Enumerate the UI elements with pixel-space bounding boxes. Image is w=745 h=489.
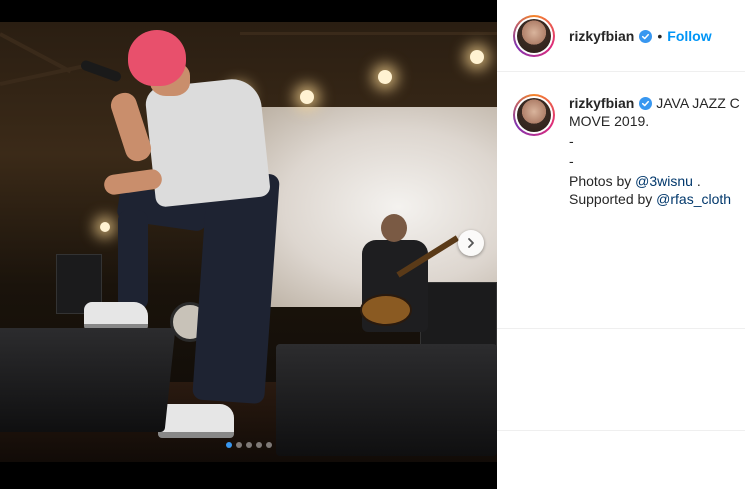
verified-badge-icon	[639, 29, 653, 43]
post-side-panel: rizkyfbian • Follow rizkyfbian JAVA JAZZ…	[497, 0, 745, 489]
sneaker	[84, 302, 148, 330]
singer-leg	[192, 169, 280, 405]
guitarist-head	[381, 214, 407, 242]
stage-monitor-speaker	[276, 344, 497, 456]
stage-truss	[240, 32, 497, 35]
header-username[interactable]: rizkyfbian	[569, 28, 653, 44]
stage-light	[100, 222, 110, 232]
mention-link[interactable]: @rfas_cloth	[656, 191, 731, 207]
singer-leg	[118, 210, 148, 310]
verified-badge-icon	[639, 97, 653, 110]
sneaker	[158, 404, 234, 438]
stage-monitor-speaker	[0, 328, 176, 432]
divider	[497, 328, 745, 329]
caption-line: -	[569, 153, 574, 169]
mention-link[interactable]: @3wisnu	[635, 173, 693, 189]
stage-light	[300, 90, 314, 104]
singer-hair	[128, 30, 186, 86]
carousel-next-button[interactable]	[458, 230, 484, 256]
guitar	[360, 294, 412, 326]
header-separator: •	[657, 27, 663, 44]
carousel-dot	[265, 442, 272, 448]
stage-light	[378, 70, 392, 84]
avatar[interactable]	[513, 14, 555, 57]
follow-button[interactable]: Follow	[667, 28, 711, 44]
carousel-dots	[0, 442, 497, 448]
credits-photos-label: Photos by	[569, 173, 636, 189]
caption-line: -	[569, 133, 574, 149]
carousel-dot	[255, 442, 262, 448]
caption-username[interactable]: rizkyfbian	[569, 95, 634, 111]
stage-light	[470, 50, 484, 64]
amplifier	[420, 282, 497, 352]
avatar[interactable]	[513, 94, 555, 136]
carousel-dot	[245, 442, 252, 448]
caption-line: JAVA JAZZ C	[656, 95, 740, 111]
caption-comment: rizkyfbian JAVA JAZZ C MOVE 2019. - - Ph…	[513, 94, 745, 208]
post-header: rizkyfbian • Follow	[497, 0, 745, 72]
credits-supported-label: Supported by	[569, 191, 657, 207]
carousel-dot	[235, 442, 242, 448]
caption-text: rizkyfbian JAVA JAZZ C MOVE 2019. - - Ph…	[569, 94, 745, 208]
caption-line: MOVE 2019.	[569, 113, 650, 129]
chevron-right-icon	[468, 238, 474, 248]
singer-shirt	[144, 76, 271, 208]
post-photo[interactable]	[0, 22, 497, 462]
stage-truss	[0, 63, 89, 86]
divider	[497, 430, 745, 431]
carousel-dot	[225, 442, 232, 448]
microphone	[79, 59, 123, 83]
stage-truss	[0, 32, 72, 74]
